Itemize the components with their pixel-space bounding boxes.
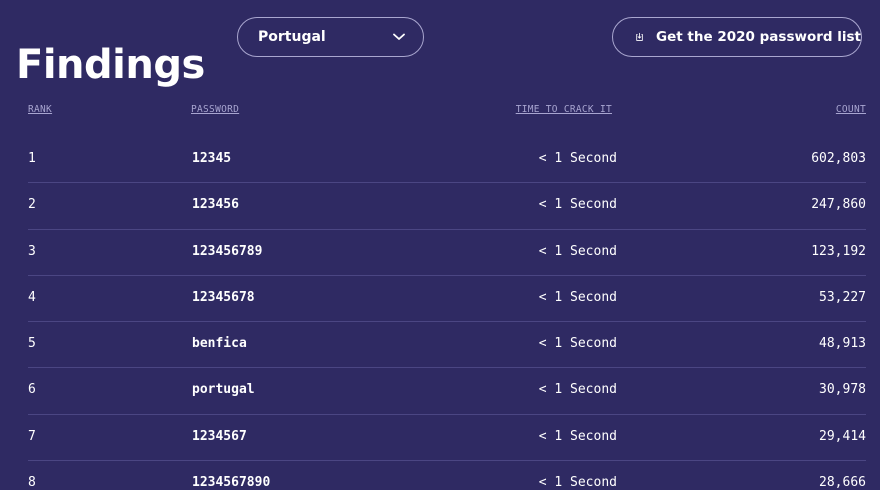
table-row: 2 123456 < 1 Second 247,860 — [28, 183, 866, 230]
column-header-time-to-crack[interactable]: TIME TO CRACK IT — [516, 104, 612, 115]
rank-cell: 8 — [28, 475, 36, 490]
rank-cell: 2 — [28, 197, 36, 213]
password-cell: 1234567 — [192, 428, 247, 444]
password-cell: 12345 — [192, 151, 232, 166]
time-to-crack-cell: < 1 Second — [538, 428, 617, 444]
rank-cell: 6 — [28, 382, 36, 398]
page-title: Findings — [16, 41, 205, 88]
password-cell: 1234567890 — [192, 475, 271, 490]
rank-cell: 7 — [28, 428, 36, 444]
findings-page: Findings Portugal Get the 2020 password … — [0, 0, 880, 490]
column-header-password[interactable]: PASSWORD — [191, 104, 239, 115]
table-row: 6 portugal < 1 Second 30,978 — [28, 368, 866, 415]
rank-cell: 1 — [28, 151, 36, 166]
table-header: RANK PASSWORD TIME TO CRACK IT COUNT — [28, 104, 866, 120]
table-row: 8 1234567890 < 1 Second 28,666 — [28, 461, 866, 490]
table-row: 7 1234567 < 1 Second 29,414 — [28, 415, 866, 462]
time-to-crack-cell: < 1 Second — [538, 382, 617, 398]
country-select-value: Portugal — [258, 29, 326, 45]
password-cell: benfica — [192, 336, 247, 352]
count-cell: 123,192 — [811, 243, 866, 259]
time-to-crack-cell: < 1 Second — [538, 243, 617, 259]
time-to-crack-cell: < 1 Second — [538, 151, 617, 166]
time-to-crack-cell: < 1 Second — [538, 197, 617, 213]
time-to-crack-cell: < 1 Second — [538, 289, 617, 305]
count-cell: 48,913 — [819, 336, 866, 352]
count-cell: 30,978 — [819, 382, 866, 398]
time-to-crack-cell: < 1 Second — [538, 475, 617, 490]
rank-cell: 4 — [28, 289, 36, 305]
table-row: 5 benfica < 1 Second 48,913 — [28, 322, 866, 369]
chevron-down-icon — [393, 33, 405, 40]
count-cell: 53,227 — [819, 289, 866, 305]
count-cell: 29,414 — [819, 428, 866, 444]
time-to-crack-cell: < 1 Second — [538, 336, 617, 352]
table-row: 3 123456789 < 1 Second 123,192 — [28, 230, 866, 276]
password-cell: portugal — [192, 382, 255, 398]
download-icon — [636, 32, 643, 41]
password-cell: 123456789 — [192, 243, 263, 259]
count-cell: 602,803 — [811, 151, 866, 166]
password-table-body: 1 12345 < 1 Second 602,803 2 123456 < 1 … — [28, 137, 866, 490]
password-cell: 123456 — [192, 197, 239, 213]
table-row: 4 12345678 < 1 Second 53,227 — [28, 276, 866, 323]
table-row: 1 12345 < 1 Second 602,803 — [28, 137, 866, 184]
rank-cell: 3 — [28, 243, 36, 259]
column-header-count[interactable]: COUNT — [836, 104, 866, 115]
country-select[interactable]: Portugal — [237, 17, 424, 57]
column-header-rank[interactable]: RANK — [28, 104, 52, 115]
password-cell: 12345678 — [192, 289, 255, 305]
count-cell: 247,860 — [811, 197, 866, 213]
rank-cell: 5 — [28, 336, 36, 352]
download-button-label: Get the 2020 password list — [656, 29, 861, 45]
download-password-list-button[interactable]: Get the 2020 password list — [612, 17, 862, 57]
count-cell: 28,666 — [819, 475, 866, 490]
